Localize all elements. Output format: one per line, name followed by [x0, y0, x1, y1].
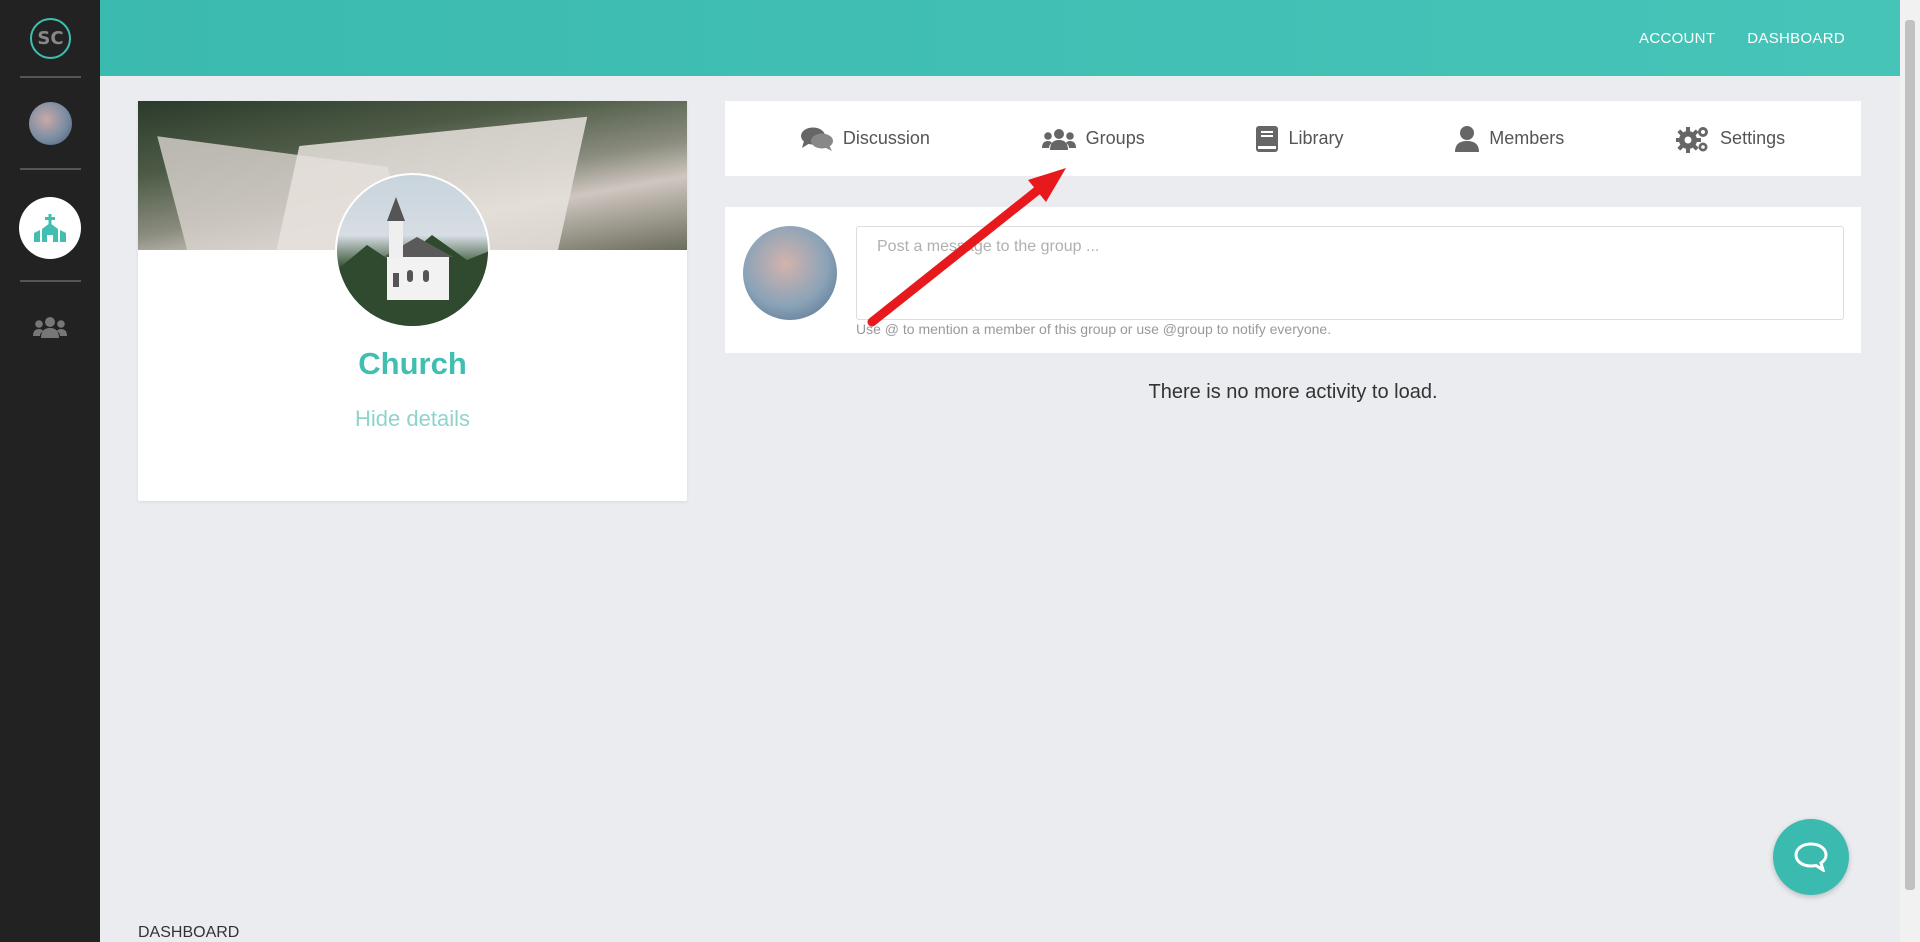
tab-library[interactable]: Library	[1256, 125, 1344, 152]
user-icon	[1455, 125, 1480, 152]
tab-label: Library	[1288, 128, 1344, 148]
top-bar: ACCOUNT DASHBOARD	[100, 0, 1900, 76]
church-icon	[34, 214, 66, 242]
users-icon	[1041, 128, 1076, 150]
tab-discussion[interactable]: Discussion	[800, 127, 930, 151]
tab-label: Settings	[1720, 128, 1786, 148]
page-scrollbar[interactable]	[1900, 0, 1920, 942]
tab-groups[interactable]: Groups	[1041, 128, 1145, 150]
sidebar-item-people[interactable]	[31, 313, 69, 341]
tab-label: Groups	[1085, 128, 1145, 148]
tab-members[interactable]: Members	[1455, 125, 1565, 152]
top-nav: ACCOUNT DASHBOARD	[1639, 30, 1845, 47]
dashboard-link[interactable]: DASHBOARD	[1747, 30, 1845, 47]
tab-label: Discussion	[842, 128, 930, 148]
tab-label: Members	[1489, 128, 1565, 148]
user-avatar[interactable]	[29, 102, 72, 145]
footer-dashboard-link[interactable]: DASHBOARD	[138, 924, 239, 942]
group-profile-card: Church Hide details	[138, 101, 687, 501]
tab-settings[interactable]: Settings	[1676, 125, 1785, 153]
account-link[interactable]: ACCOUNT	[1639, 30, 1715, 47]
book-icon	[1256, 125, 1279, 152]
chat-support-button[interactable]	[1773, 819, 1849, 895]
sidebar-item-church-group[interactable]	[19, 197, 81, 259]
chat-bubble-icon	[1794, 842, 1828, 872]
comments-icon	[800, 127, 833, 151]
users-icon	[33, 317, 67, 338]
group-avatar	[335, 173, 490, 328]
rail-divider	[20, 76, 81, 78]
group-title: Church	[358, 346, 467, 381]
composer-avatar	[743, 226, 837, 320]
left-rail: SC	[0, 0, 100, 942]
rail-divider	[20, 280, 81, 282]
annotation-arrow	[867, 168, 1066, 327]
rail-divider	[20, 168, 81, 170]
app-logo[interactable]: SC	[30, 18, 71, 59]
no-more-activity-message: There is no more activity to load.	[1148, 381, 1438, 403]
scrollbar-thumb[interactable]	[1905, 20, 1915, 890]
chapel-image	[337, 197, 488, 326]
hide-details-link[interactable]: Hide details	[138, 406, 687, 432]
gears-icon	[1676, 126, 1709, 153]
